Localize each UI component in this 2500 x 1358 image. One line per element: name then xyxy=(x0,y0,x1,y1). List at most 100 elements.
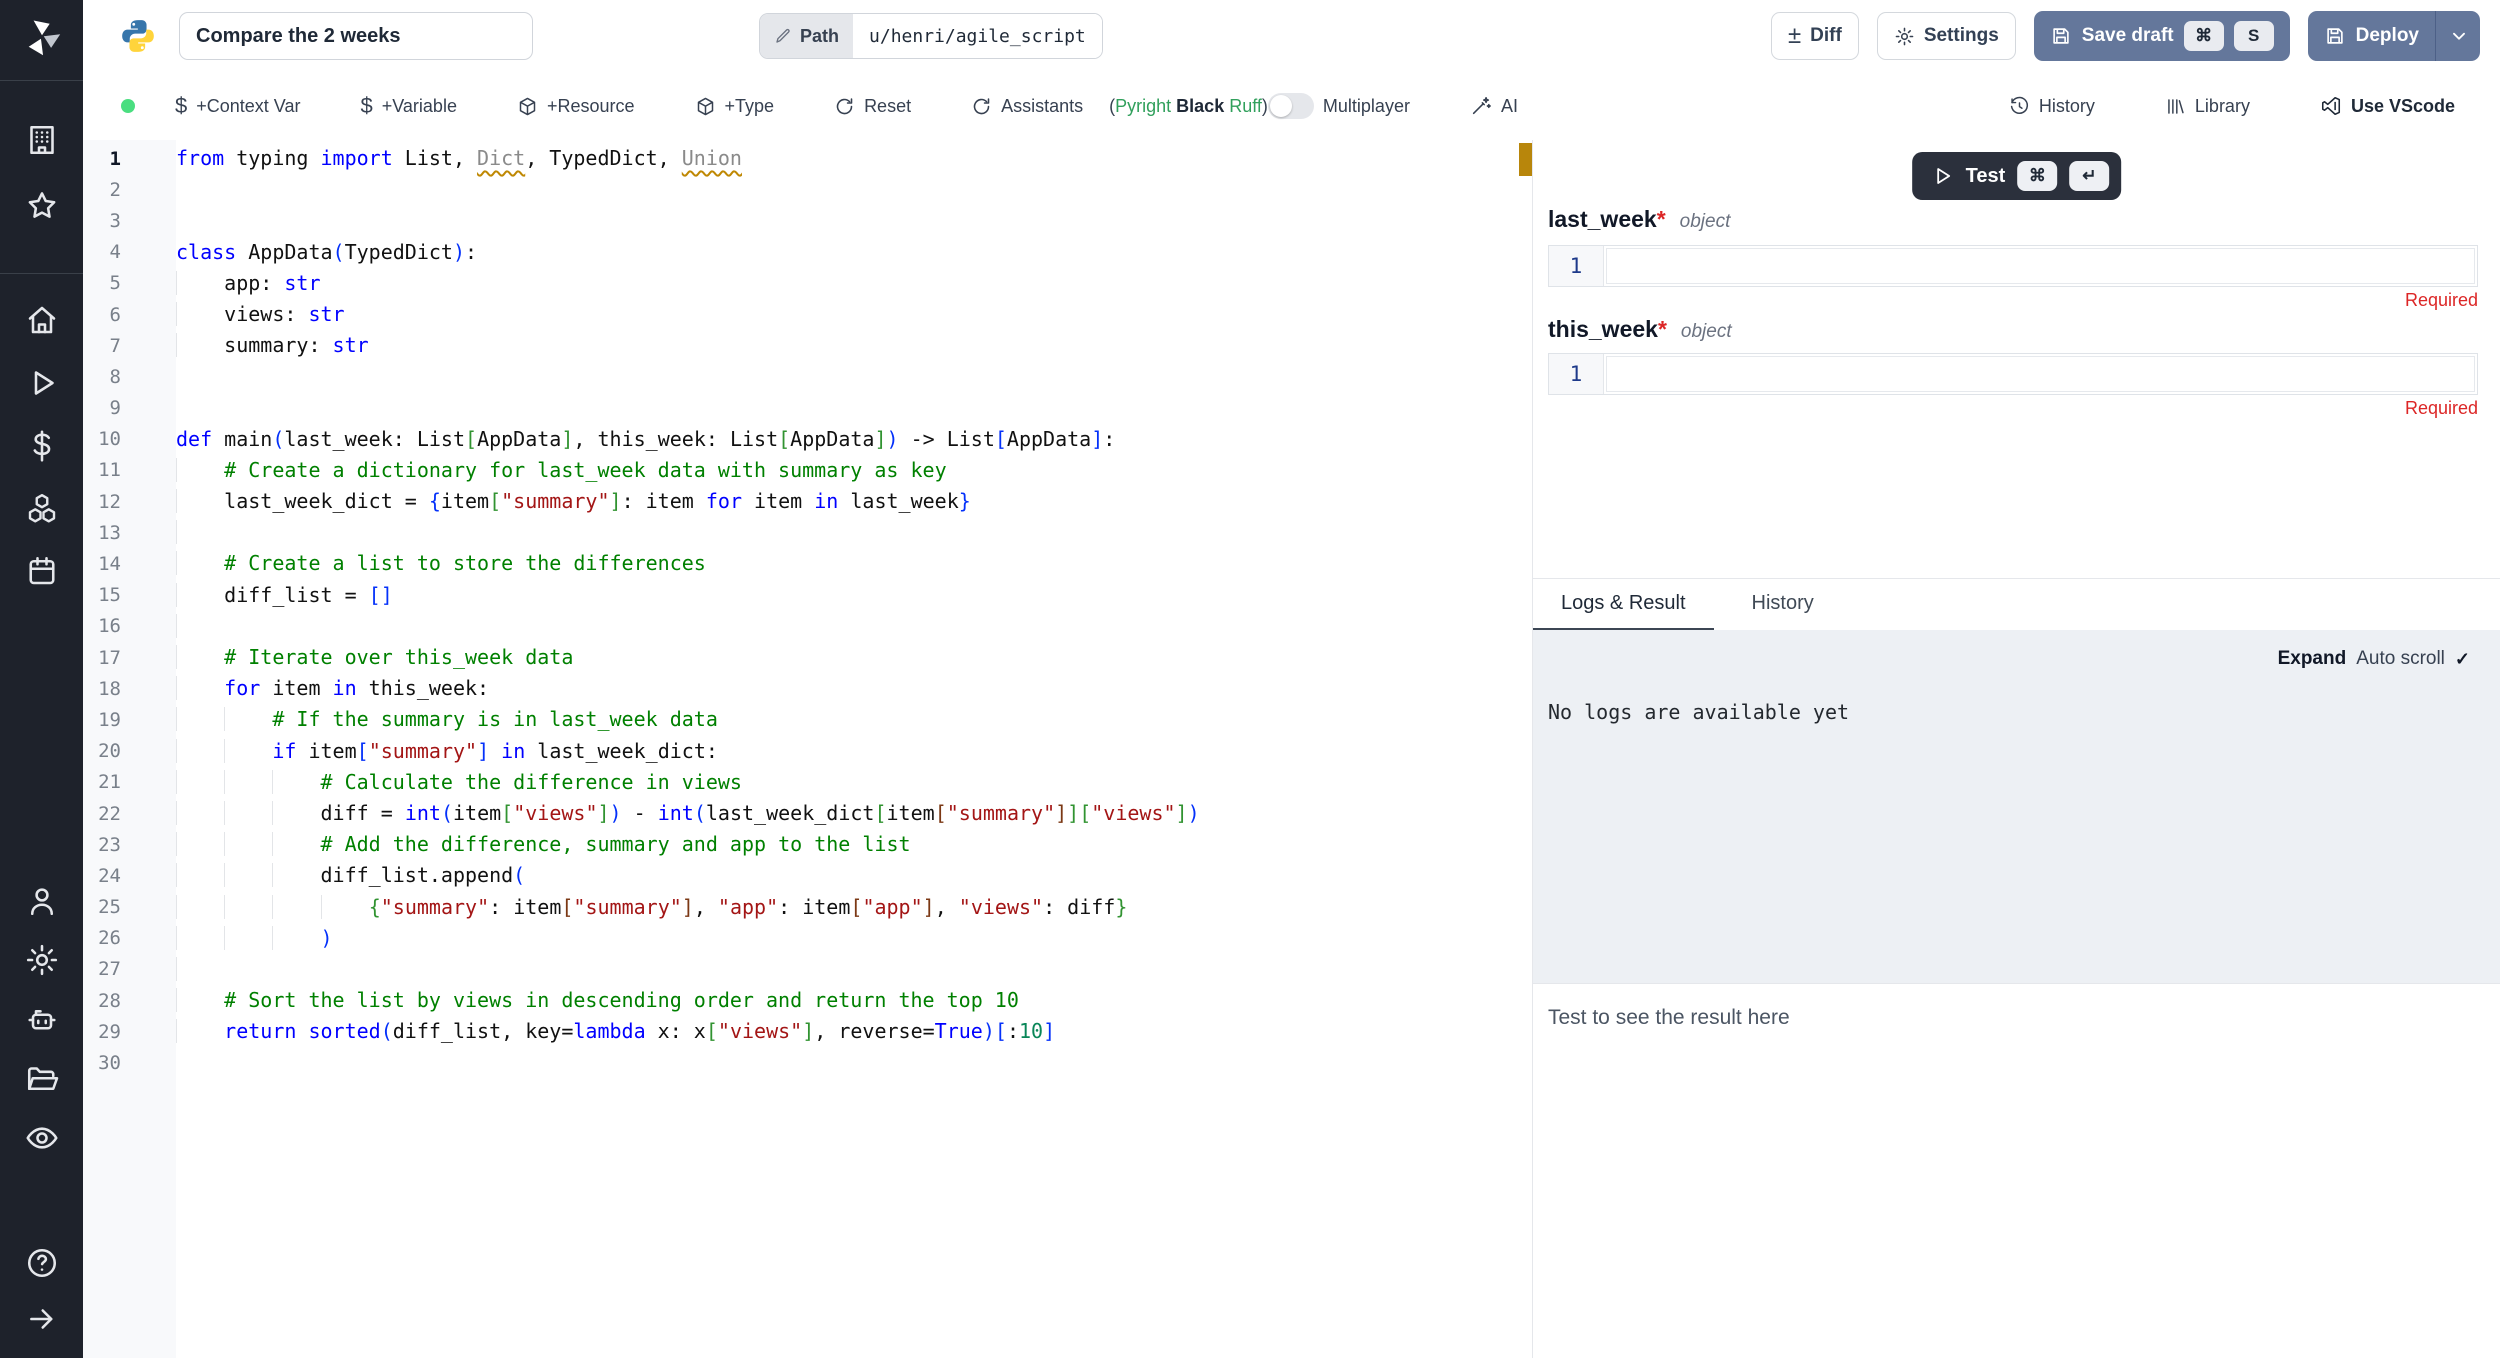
use-vscode-button[interactable]: Use VScode xyxy=(2320,95,2455,117)
line-number: 29 xyxy=(83,1021,176,1043)
code-line[interactable]: 9 xyxy=(83,393,1501,424)
code-line[interactable]: 11 # Create a dictionary for last_week d… xyxy=(83,455,1501,486)
code-line[interactable]: 25 {"summary": item["summary"], "app": i… xyxy=(83,892,1501,923)
code-line[interactable]: 24 diff_list.append( xyxy=(83,860,1501,891)
kbd-cmd: ⌘ xyxy=(2017,161,2057,191)
lint-ruff: Ruff xyxy=(1229,96,1262,116)
code-line[interactable]: 6 views: str xyxy=(83,299,1501,330)
script-path-chip[interactable]: Path u/henri/agile_script xyxy=(759,13,1103,59)
dollar-icon: $ xyxy=(175,95,187,117)
code-line[interactable]: 19 # If the summary is in last_week data xyxy=(83,704,1501,735)
code-line[interactable]: 20 if item["summary"] in last_week_dict: xyxy=(83,736,1501,767)
kbd-s: S xyxy=(2234,21,2274,51)
code-line[interactable]: 22 diff = int(item["views"]) - int(last_… xyxy=(83,798,1501,829)
input-line[interactable] xyxy=(1606,248,2475,284)
folders-icon[interactable] xyxy=(0,1061,83,1097)
multiplayer-toggle-group: Multiplayer xyxy=(1268,93,1410,119)
code-lines[interactable]: 1from typing import List, Dict, TypedDic… xyxy=(83,143,1501,1079)
windmill-logo-icon[interactable] xyxy=(0,16,83,58)
code-line[interactable]: 1from typing import List, Dict, TypedDic… xyxy=(83,143,1501,174)
users-person-icon[interactable] xyxy=(0,883,83,919)
settings-button[interactable]: Settings xyxy=(1877,12,2016,60)
code-line[interactable]: 14 # Create a list to store the differen… xyxy=(83,548,1501,579)
line-number: 3 xyxy=(83,210,176,232)
code-line[interactable]: 30 xyxy=(83,1047,1501,1078)
line-number: 30 xyxy=(83,1052,176,1074)
script-title-input[interactable] xyxy=(179,12,533,60)
code-line[interactable]: 18 for item in this_week: xyxy=(83,673,1501,704)
code-line[interactable]: 4class AppData(TypedDict): xyxy=(83,237,1501,268)
code-line[interactable]: 15 diff_list = [] xyxy=(83,580,1501,611)
result-placeholder: Test to see the result here xyxy=(1533,984,2500,1052)
workers-robot-icon[interactable] xyxy=(0,1002,83,1038)
workspace-building-icon[interactable] xyxy=(0,122,83,158)
favorites-star-icon[interactable] xyxy=(0,188,83,224)
history-button[interactable]: History xyxy=(2009,96,2095,117)
ai-button[interactable]: AI xyxy=(1470,95,1518,117)
arg-label-this-week: this_week* object xyxy=(1548,316,1732,343)
code-line[interactable]: 28 # Sort the list by views in descendin… xyxy=(83,985,1501,1016)
line-number: 16 xyxy=(83,615,176,637)
code-line[interactable]: 7 summary: str xyxy=(83,330,1501,361)
collapse-arrow-right-icon[interactable] xyxy=(0,1302,83,1336)
code-line[interactable]: 21 # Calculate the difference in views xyxy=(83,767,1501,798)
save-draft-button[interactable]: Save draft ⌘ S xyxy=(2034,11,2290,61)
code-line[interactable]: 3 xyxy=(83,205,1501,236)
line-number: 14 xyxy=(83,553,176,575)
input-line[interactable] xyxy=(1606,356,2475,392)
line-number: 6 xyxy=(83,304,176,326)
add-type-button[interactable]: +Type xyxy=(695,96,775,117)
runs-play-icon[interactable] xyxy=(0,365,83,401)
required-asterisk: * xyxy=(1658,316,1667,342)
code-line[interactable]: 8 xyxy=(83,361,1501,392)
code-line[interactable]: 16 xyxy=(83,611,1501,642)
code-line[interactable]: 17 # Iterate over this_week data xyxy=(83,642,1501,673)
last-week-input[interactable]: 1 xyxy=(1548,245,2478,287)
audit-eye-icon[interactable] xyxy=(0,1120,83,1156)
expand-button[interactable]: Expand xyxy=(2278,648,2347,670)
history-clock-icon xyxy=(2009,96,2030,117)
home-icon[interactable] xyxy=(0,302,83,338)
add-variable-button[interactable]: $ +Variable xyxy=(360,95,456,117)
tab-logs-result[interactable]: Logs & Result xyxy=(1533,579,1714,631)
diff-button[interactable]: ± Diff xyxy=(1771,12,1859,60)
code-line[interactable]: 23 # Add the difference, summary and app… xyxy=(83,829,1501,860)
no-logs-message: No logs are available yet xyxy=(1548,700,1849,724)
this-week-input[interactable]: 1 xyxy=(1548,353,2478,395)
variables-dollar-icon[interactable] xyxy=(0,428,83,464)
code-line[interactable]: 27 xyxy=(83,954,1501,985)
path-label-segment: Path xyxy=(760,14,853,58)
help-icon[interactable] xyxy=(0,1245,83,1281)
line-number: 28 xyxy=(83,990,176,1012)
code-line[interactable]: 13 xyxy=(83,517,1501,548)
code-line[interactable]: 10def main(last_week: List[AppData], thi… xyxy=(83,424,1501,455)
add-resource-button[interactable]: +Resource xyxy=(517,96,635,117)
resources-boxes-icon[interactable] xyxy=(0,491,83,527)
autoscroll-label[interactable]: Auto scroll xyxy=(2356,648,2445,670)
refresh-icon xyxy=(971,96,992,117)
code-line[interactable]: 29 return sorted(diff_list, key=lambda x… xyxy=(83,1016,1501,1047)
panel-resize-handle[interactable] xyxy=(1501,140,1533,1358)
code-line[interactable]: 2 xyxy=(83,174,1501,205)
code-line[interactable]: 26 ) xyxy=(83,923,1501,954)
line-number: 11 xyxy=(83,459,176,481)
reset-button[interactable]: Reset xyxy=(834,96,911,117)
code-line[interactable]: 12 last_week_dict = {item["summary"]: it… xyxy=(83,486,1501,517)
line-number: 12 xyxy=(83,491,176,513)
arg-name: last_week* xyxy=(1548,206,1666,233)
test-button[interactable]: Test ⌘ ↵ xyxy=(1912,152,2122,200)
deploy-button[interactable]: Deploy xyxy=(2308,11,2480,61)
line-number: 17 xyxy=(83,647,176,669)
library-button[interactable]: Library xyxy=(2165,96,2250,117)
tab-history[interactable]: History xyxy=(1724,579,1842,631)
code-line[interactable]: 5 app: str xyxy=(83,268,1501,299)
add-context-var-button[interactable]: $ +Context Var xyxy=(175,95,300,117)
assistants-button[interactable]: Assistants xyxy=(971,96,1083,117)
code-editor[interactable]: 1from typing import List, Dict, TypedDic… xyxy=(83,140,1502,1358)
line-number: 5 xyxy=(83,272,176,294)
check-icon[interactable]: ✓ xyxy=(2455,649,2470,670)
schedules-calendar-icon[interactable] xyxy=(0,553,83,589)
settings-gear-icon[interactable] xyxy=(0,942,83,978)
multiplayer-toggle[interactable] xyxy=(1268,93,1314,119)
chevron-down-icon[interactable] xyxy=(2448,25,2470,47)
